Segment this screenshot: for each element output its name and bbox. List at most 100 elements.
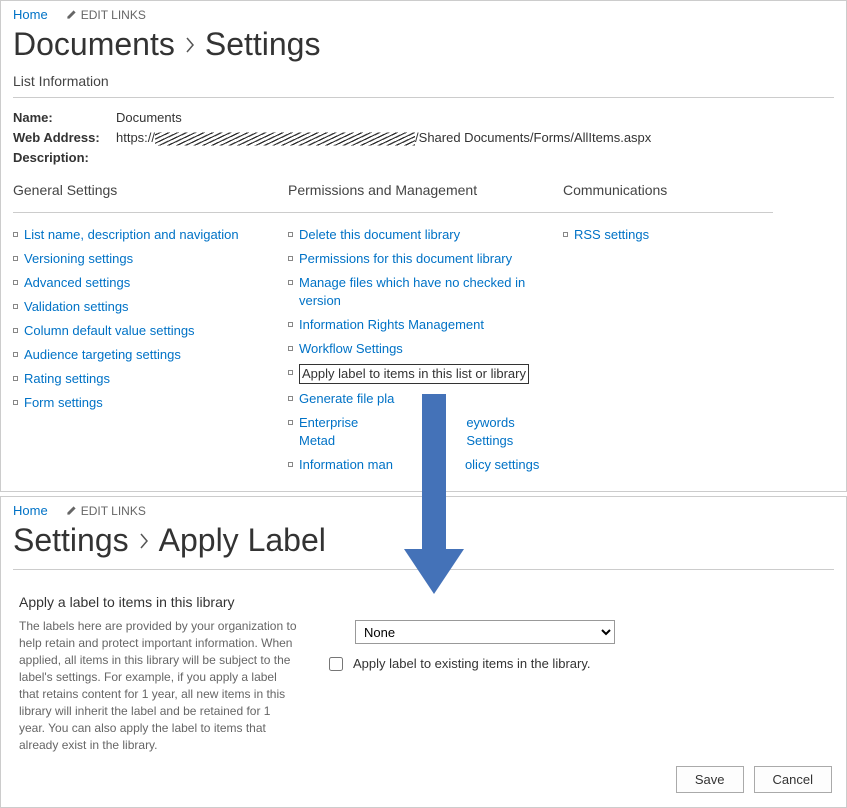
settings-link[interactable]: Permissions for this document library bbox=[299, 250, 512, 268]
web-address-label: Web Address: bbox=[13, 128, 108, 148]
save-button[interactable]: Save bbox=[676, 766, 744, 793]
list-item: RSS settings bbox=[563, 223, 773, 247]
apply-existing-checkbox[interactable] bbox=[329, 657, 343, 671]
list-item: Audience targeting settings bbox=[13, 343, 288, 367]
general-settings-col: General Settings List name, description … bbox=[13, 182, 288, 477]
list-item: Column default value settings bbox=[13, 319, 288, 343]
list-item: Manage files which have no checked in ve… bbox=[288, 271, 563, 313]
permissions-heading: Permissions and Management bbox=[288, 182, 563, 212]
edit-links-button[interactable]: EDIT LINKS bbox=[66, 504, 146, 518]
edit-links-button[interactable]: EDIT LINKS bbox=[66, 8, 146, 22]
settings-link[interactable]: Workflow Settings bbox=[299, 340, 403, 358]
list-item: Generate file pla bbox=[288, 387, 563, 411]
settings-link[interactable]: Audience targeting settings bbox=[24, 346, 181, 364]
pencil-icon bbox=[66, 9, 77, 20]
list-item: Information Rights Management bbox=[288, 313, 563, 337]
divider bbox=[13, 569, 834, 570]
settings-link[interactable]: Column default value settings bbox=[24, 322, 195, 340]
redacted-url-segment bbox=[155, 133, 415, 146]
bullet-icon bbox=[563, 232, 568, 237]
apply-existing-label: Apply label to existing items in the lib… bbox=[353, 656, 590, 671]
list-item: Versioning settings bbox=[13, 247, 288, 271]
settings-link[interactable]: Generate file pla bbox=[299, 390, 394, 408]
bullet-icon bbox=[288, 396, 293, 401]
settings-link[interactable]: Form settings bbox=[24, 394, 103, 412]
list-item: Form settings bbox=[13, 391, 288, 415]
communications-heading: Communications bbox=[563, 182, 773, 212]
bullet-icon bbox=[288, 232, 293, 237]
settings-link[interactable]: Enterprise Metad bbox=[299, 414, 396, 450]
settings-link[interactable]: Information man bbox=[299, 456, 393, 474]
settings-link[interactable]: Validation settings bbox=[24, 298, 129, 316]
settings-link[interactable]: Manage files which have no checked in ve… bbox=[299, 274, 563, 310]
settings-link[interactable]: eywords Settings bbox=[466, 414, 563, 450]
list-item: Enterprise Metad eywords Settings bbox=[288, 411, 563, 453]
bullet-icon bbox=[13, 280, 18, 285]
bullet-icon bbox=[288, 256, 293, 261]
list-info-heading: List Information bbox=[1, 73, 846, 97]
divider bbox=[13, 212, 288, 213]
name-value: Documents bbox=[116, 108, 182, 128]
settings-link[interactable]: RSS settings bbox=[574, 226, 649, 244]
top-nav: Home EDIT LINKS bbox=[1, 1, 846, 22]
bullet-icon bbox=[288, 420, 293, 425]
settings-link[interactable]: Delete this document library bbox=[299, 226, 460, 244]
help-description: The labels here are provided by your org… bbox=[19, 618, 299, 754]
cancel-button[interactable]: Cancel bbox=[754, 766, 832, 793]
settings-link[interactable]: Information Rights Management bbox=[299, 316, 484, 334]
breadcrumb-title: Settings Apply Label bbox=[1, 518, 846, 569]
edit-links-label: EDIT LINKS bbox=[81, 504, 146, 518]
home-link[interactable]: Home bbox=[13, 7, 48, 22]
bullet-icon bbox=[13, 304, 18, 309]
bullet-icon bbox=[13, 400, 18, 405]
bullet-icon bbox=[288, 462, 293, 467]
divider bbox=[288, 212, 563, 213]
general-settings-heading: General Settings bbox=[13, 182, 288, 212]
description-label: Description: bbox=[13, 148, 108, 168]
settings-link[interactable]: Advanced settings bbox=[24, 274, 130, 292]
label-select[interactable]: None bbox=[355, 620, 615, 644]
bullet-icon bbox=[13, 232, 18, 237]
breadcrumb-title: Documents Settings bbox=[1, 22, 846, 73]
bullet-icon bbox=[13, 376, 18, 381]
list-item: Advanced settings bbox=[13, 271, 288, 295]
list-item: List name, description and navigation bbox=[13, 223, 288, 247]
crumb-documents: Documents bbox=[13, 26, 175, 63]
settings-link[interactable]: Versioning settings bbox=[24, 250, 133, 268]
crumb-settings: Settings bbox=[13, 522, 129, 559]
help-text-block: Apply a label to items in this library T… bbox=[19, 594, 299, 754]
divider bbox=[563, 212, 773, 213]
bullet-icon bbox=[13, 328, 18, 333]
help-title: Apply a label to items in this library bbox=[19, 594, 299, 610]
bullet-icon bbox=[288, 346, 293, 351]
bullet-icon bbox=[288, 280, 293, 285]
chevron-right-icon bbox=[139, 533, 149, 549]
bullet-icon bbox=[13, 256, 18, 261]
list-item: Validation settings bbox=[13, 295, 288, 319]
communications-col: Communications RSS settings bbox=[563, 182, 773, 477]
settings-link[interactable]: List name, description and navigation bbox=[24, 226, 239, 244]
bullet-icon bbox=[288, 322, 293, 327]
chevron-right-icon bbox=[185, 37, 195, 53]
documents-settings-panel: Home EDIT LINKS Documents Settings List … bbox=[0, 0, 847, 492]
name-label: Name: bbox=[13, 108, 108, 128]
settings-link[interactable]: Apply label to items in this list or lib… bbox=[299, 364, 529, 384]
home-link[interactable]: Home bbox=[13, 503, 48, 518]
bullet-icon bbox=[288, 370, 293, 375]
crumb-apply-label: Apply Label bbox=[159, 522, 326, 559]
crumb-settings: Settings bbox=[205, 26, 321, 63]
list-item: Workflow Settings bbox=[288, 337, 563, 361]
list-item: Apply label to items in this list or lib… bbox=[288, 361, 563, 387]
top-nav: Home EDIT LINKS bbox=[1, 497, 846, 518]
list-info-block: Name: Documents Web Address: https:///Sh… bbox=[1, 108, 846, 182]
permissions-col: Permissions and Management Delete this d… bbox=[288, 182, 563, 477]
bullet-icon bbox=[13, 352, 18, 357]
list-item: Permissions for this document library bbox=[288, 247, 563, 271]
list-item: Rating settings bbox=[13, 367, 288, 391]
settings-link[interactable]: olicy settings bbox=[465, 456, 539, 474]
web-address-value: https:///Shared Documents/Forms/AllItems… bbox=[116, 128, 651, 148]
list-item: Delete this document library bbox=[288, 223, 563, 247]
pencil-icon bbox=[66, 505, 77, 516]
settings-link[interactable]: Rating settings bbox=[24, 370, 110, 388]
list-item: Information man olicy settings bbox=[288, 453, 563, 477]
